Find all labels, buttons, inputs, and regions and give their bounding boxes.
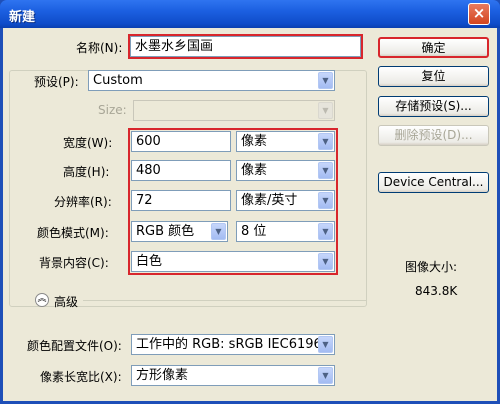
width-unit-select[interactable]: 像素 ▼: [236, 131, 335, 152]
resolution-input[interactable]: 72: [131, 190, 231, 211]
bit-depth-value: 8 位: [241, 224, 267, 239]
chevron-down-icon[interactable]: ▼: [318, 133, 333, 150]
new-document-dialog: 新建 × 名称(N): 水墨水乡国画 预设(P): Custom ▼ Size:…: [0, 0, 500, 404]
delete-preset-button: 删除预设(D)...: [378, 125, 489, 146]
advanced-toggle-icon[interactable]: ︽: [35, 293, 49, 307]
background-select[interactable]: 白色 ▼: [131, 251, 335, 272]
pixel-aspect-value: 方形像素: [136, 368, 189, 383]
advanced-separator: [83, 300, 366, 301]
color-profile-select[interactable]: 工作中的 RGB: sRGB IEC6196... ▼: [131, 334, 335, 355]
preset-select-value: Custom: [93, 73, 143, 88]
color-profile-label: 颜色配置文件(O):: [27, 339, 122, 353]
width-input[interactable]: 600: [131, 131, 231, 152]
resolution-unit-value: 像素/英寸: [241, 193, 298, 208]
chevron-down-icon[interactable]: ▼: [318, 336, 333, 353]
color-mode-value: RGB 颜色: [136, 224, 195, 239]
pixel-aspect-label: 像素长宽比(X):: [40, 370, 122, 384]
resolution-label: 分辨率(R):: [54, 195, 112, 209]
advanced-label[interactable]: 高级: [54, 293, 78, 310]
color-mode-label: 颜色模式(M):: [37, 226, 109, 240]
color-profile-value: 工作中的 RGB: sRGB IEC6196...: [136, 337, 335, 352]
size-label: Size:: [98, 103, 127, 117]
window-title: 新建: [9, 10, 36, 25]
chevron-down-icon[interactable]: ▼: [318, 72, 333, 89]
height-label: 高度(H):: [63, 165, 110, 179]
chevron-down-icon: ▼: [318, 102, 333, 119]
reset-button[interactable]: 复位: [378, 66, 489, 87]
image-size-value: 843.8K: [415, 284, 458, 298]
ok-button[interactable]: 确定: [378, 37, 489, 58]
bit-depth-select[interactable]: 8 位 ▼: [236, 221, 335, 242]
image-size-label: 图像大小:: [405, 260, 458, 274]
title-bar[interactable]: 新建 ×: [0, 0, 500, 28]
pixel-aspect-select[interactable]: 方形像素 ▼: [131, 365, 335, 386]
chevron-down-icon[interactable]: ▼: [318, 253, 333, 270]
name-input[interactable]: 水墨水乡国画: [130, 36, 361, 57]
background-label: 背景内容(C):: [39, 256, 109, 270]
height-unit-value: 像素: [241, 163, 268, 178]
height-unit-select[interactable]: 像素 ▼: [236, 160, 335, 181]
chevron-down-icon[interactable]: ▼: [318, 162, 333, 179]
chevron-down-icon[interactable]: ▼: [318, 367, 333, 384]
width-unit-value: 像素: [241, 134, 268, 149]
preset-select[interactable]: Custom ▼: [88, 70, 335, 91]
dialog-body: 名称(N): 水墨水乡国画 预设(P): Custom ▼ Size: ▼ 宽度…: [3, 28, 497, 401]
height-input[interactable]: 480: [131, 160, 231, 181]
device-central-button[interactable]: Device Central...: [378, 172, 489, 193]
chevron-down-icon[interactable]: ▼: [318, 223, 333, 240]
close-button[interactable]: ×: [468, 3, 490, 25]
width-label: 宽度(W):: [63, 136, 113, 150]
save-preset-button[interactable]: 存储预设(S)...: [378, 96, 489, 117]
background-value: 白色: [136, 254, 163, 269]
resolution-unit-select[interactable]: 像素/英寸 ▼: [236, 190, 335, 211]
preset-label: 预设(P):: [32, 73, 81, 90]
chevron-down-icon[interactable]: ▼: [318, 192, 333, 209]
color-mode-select[interactable]: RGB 颜色 ▼: [131, 221, 228, 242]
name-label: 名称(N):: [76, 41, 123, 55]
chevron-down-icon[interactable]: ▼: [211, 223, 226, 240]
size-select: ▼: [133, 100, 335, 121]
